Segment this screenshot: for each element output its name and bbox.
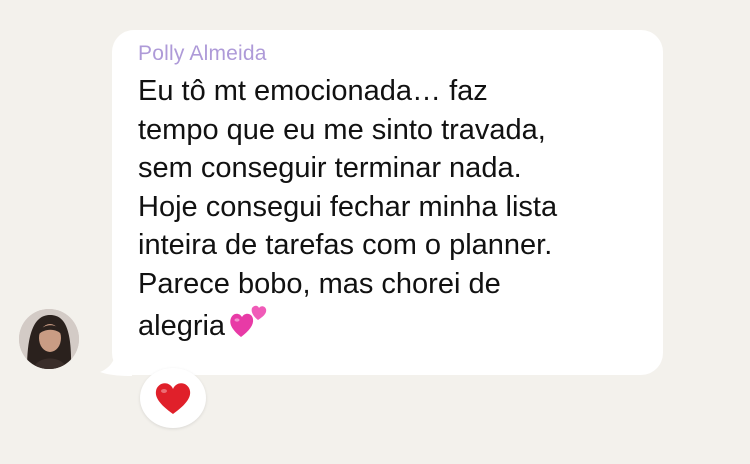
message-text: Eu tô mt emocionada… faz tempo que eu me… [138,72,643,350]
red-heart-icon [155,383,191,414]
avatar[interactable] [19,309,79,369]
avatar-photo [19,309,79,369]
message-body: Eu tô mt emocionada… faz tempo que eu me… [138,75,558,342]
sender-name[interactable]: Polly Almeida [138,41,643,67]
reaction-badge[interactable] [140,368,206,428]
message-bubble[interactable]: Polly Almeida Eu tô mt emocionada… faz t… [112,30,663,375]
two-hearts-icon [229,303,269,350]
